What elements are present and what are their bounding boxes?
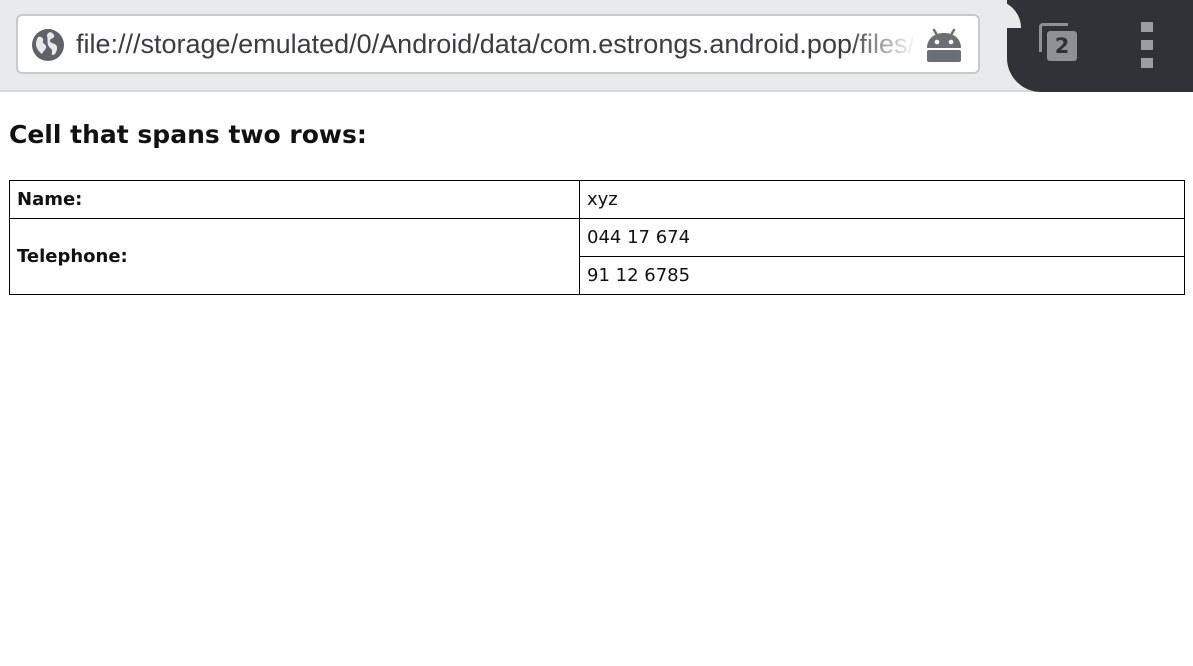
info-table: Name: xyz Telephone: 044 17 674 91 12 67… (9, 180, 1185, 295)
browser-toolbar: file:///storage/emulated/0/Android/data/… (0, 0, 1193, 92)
telephone-label-cell: Telephone: (9, 218, 580, 295)
table-row: Name: xyz (9, 180, 1185, 219)
menu-dot (1141, 22, 1153, 32)
telephone-value-cell: 044 17 674 (579, 218, 1185, 257)
globe-icon[interactable] (31, 28, 65, 62)
telephone-value-cell: 91 12 6785 (579, 256, 1185, 295)
address-bar[interactable]: file:///storage/emulated/0/Android/data/… (16, 14, 980, 74)
page-heading: Cell that spans two rows: (9, 120, 367, 149)
url-text[interactable]: file:///storage/emulated/0/Android/data/… (76, 16, 916, 72)
tab-switcher-area (993, 0, 1193, 92)
more-vert-icon[interactable] (1132, 22, 1162, 68)
page-content: Cell that spans two rows: Name: xyz Tele… (0, 94, 1193, 666)
tabs-icon[interactable]: 2 (1036, 20, 1084, 68)
menu-dot (1141, 40, 1153, 50)
name-value-cell: xyz (579, 180, 1185, 219)
menu-dot (1141, 58, 1153, 68)
table-row: Telephone: 044 17 674 (9, 218, 1185, 295)
name-label-cell: Name: (9, 180, 580, 219)
android-icon[interactable] (922, 24, 966, 68)
tab-count: 2 (1047, 31, 1077, 61)
